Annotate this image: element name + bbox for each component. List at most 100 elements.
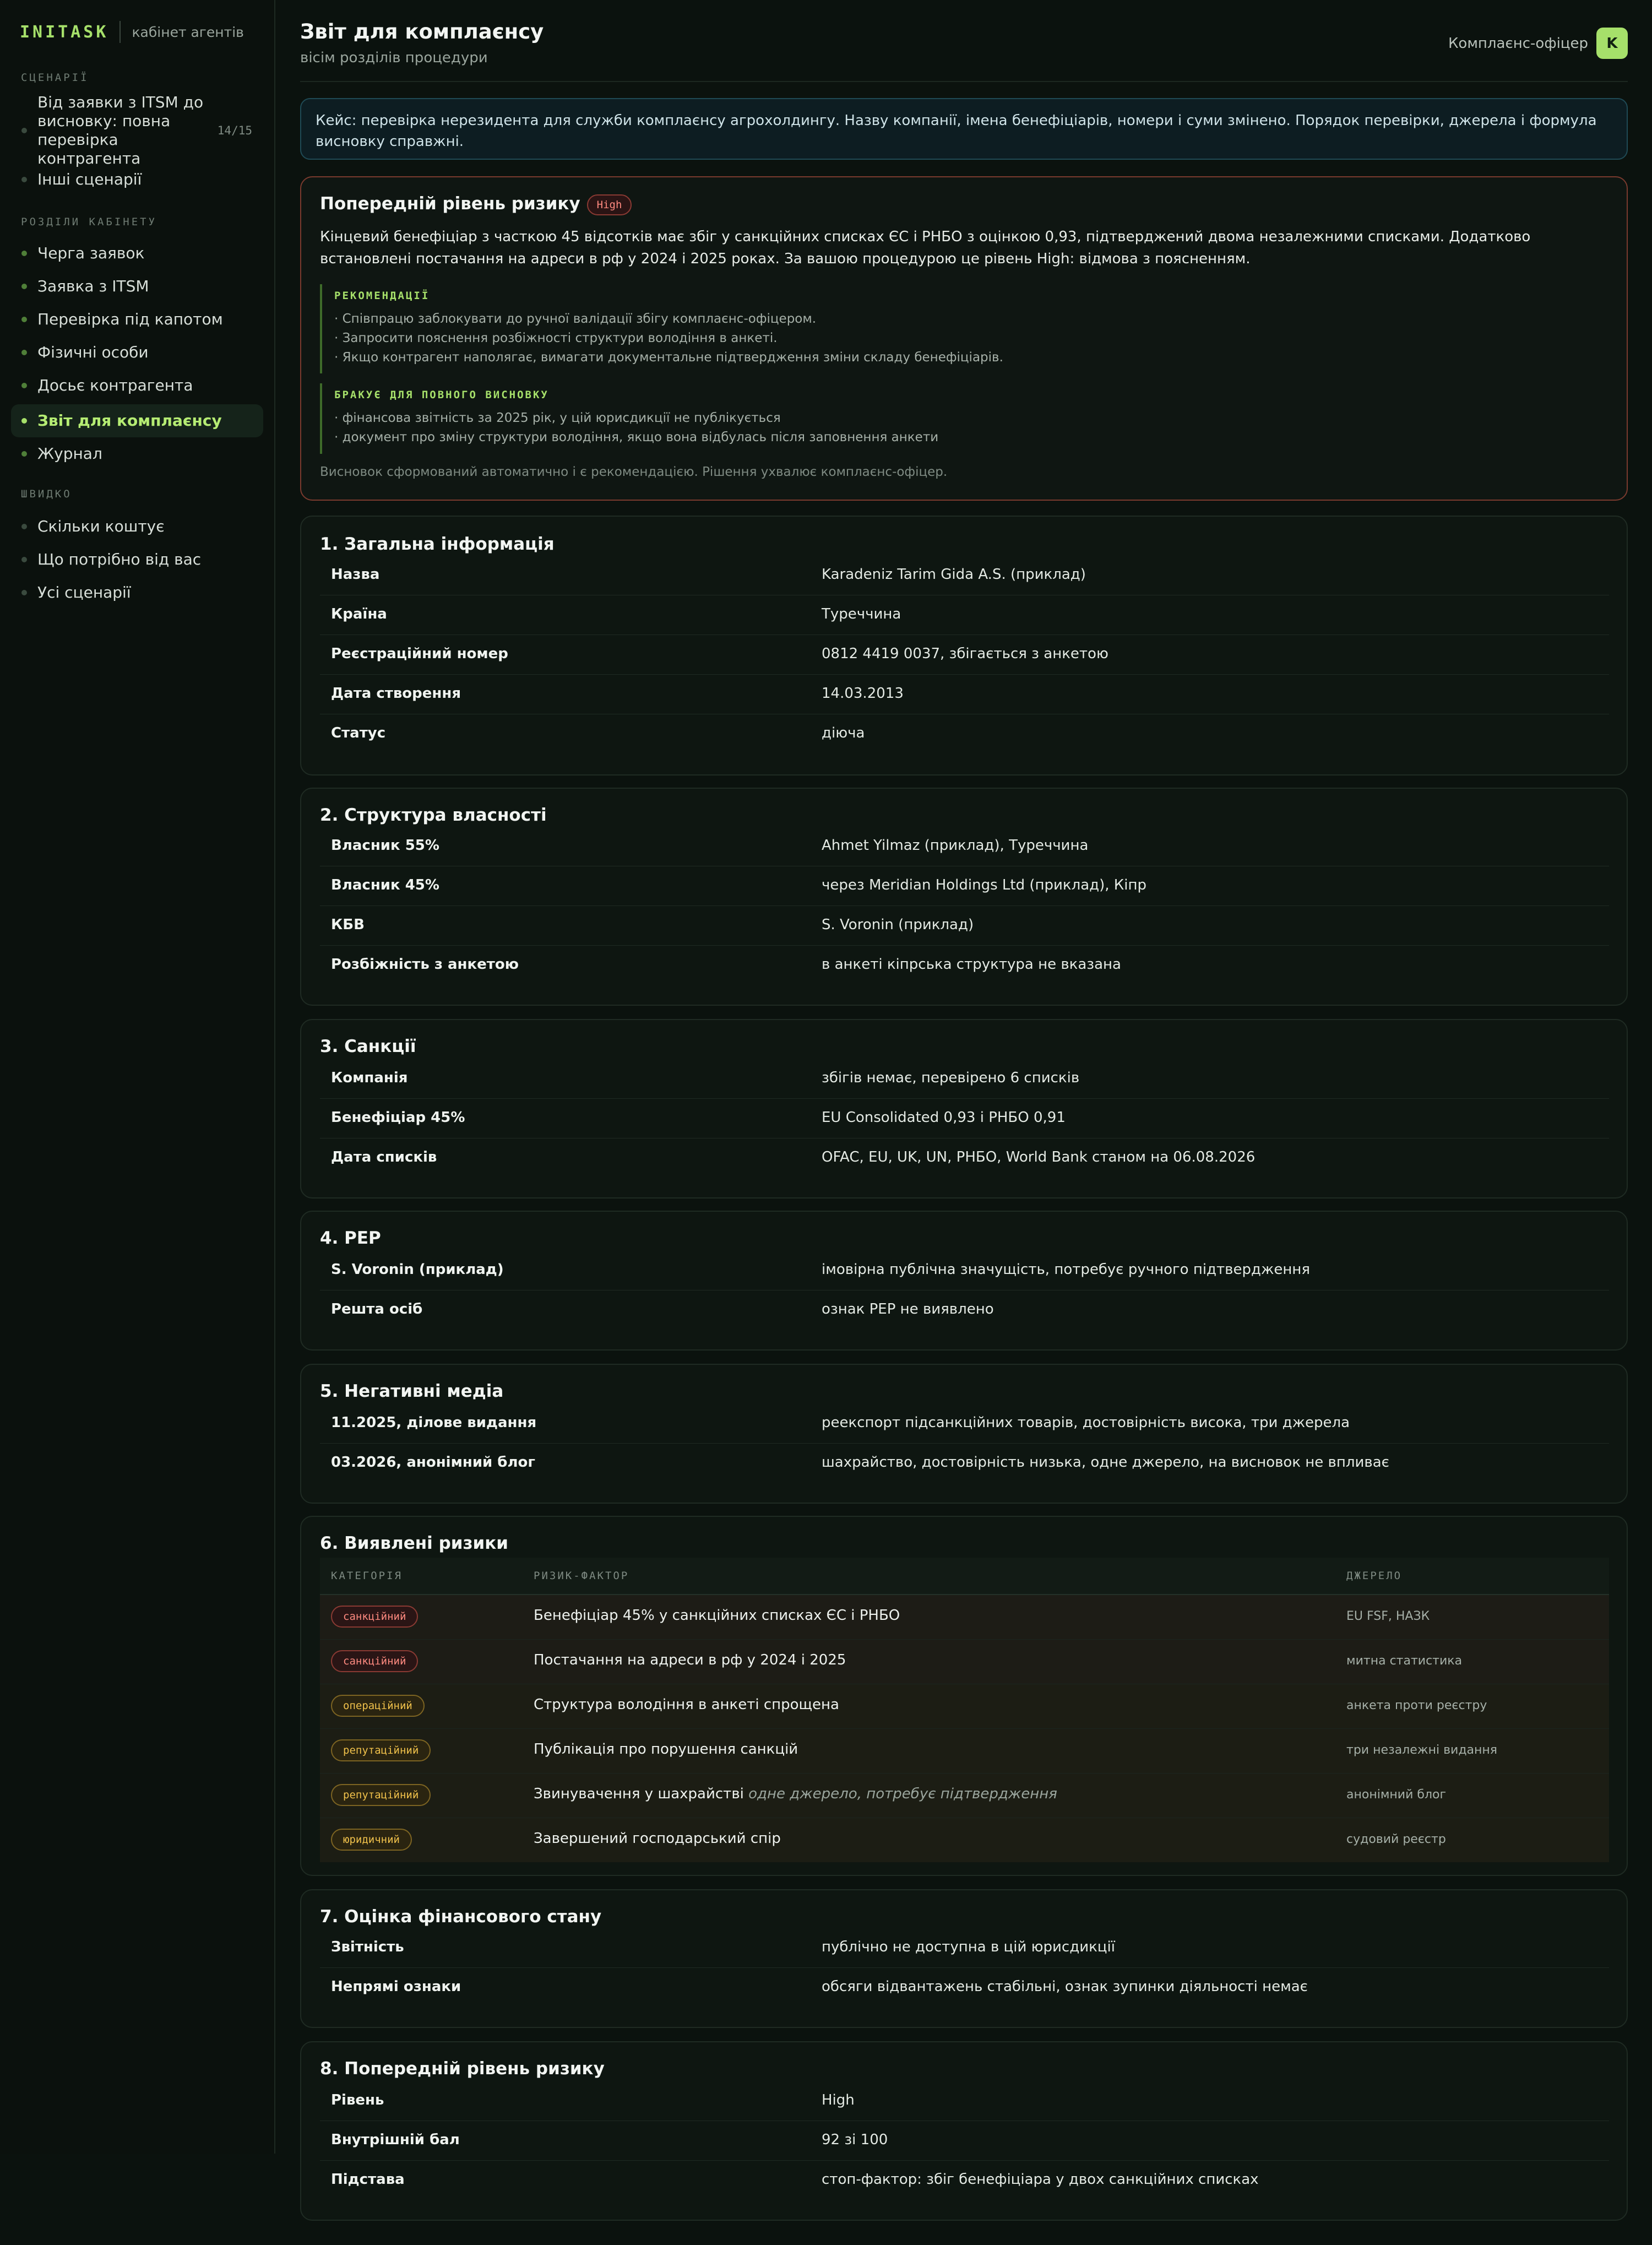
info-row: Звітність публічно не доступна в цій юрис…: [320, 1928, 1609, 1968]
bullet-icon: [21, 451, 27, 457]
risk-source: EU FSF, НАЗК: [1346, 1609, 1430, 1623]
sidebar-item-dossier[interactable]: Досьє контрагента: [11, 375, 263, 397]
info-row: Непрямі ознаки обсяги відвантажень стабіл…: [320, 1967, 1609, 2007]
info-row: КБВ S. Voronin (приклад): [320, 905, 1609, 946]
row-value: 0812 4419 0037, збігається з анкетою: [822, 646, 1108, 662]
risk-source: анонімний блог: [1346, 1788, 1447, 1802]
bullet-icon: [21, 177, 27, 182]
user-role[interactable]: Комплаєнс-офіцер: [1448, 35, 1588, 52]
section-title: 6. Виявлені ризики: [320, 1533, 508, 1553]
table-row[interactable]: операційний Структура володіння в анкеті…: [320, 1684, 1609, 1729]
missing-info-item: · документ про зміну структури володіння…: [334, 430, 939, 444]
sidebar-item-compliance-report[interactable]: Звіт для комплаєнсу: [11, 404, 263, 437]
row-key: Власник 55%: [331, 837, 439, 854]
category-pill: операційний: [331, 1695, 425, 1717]
row-value: Туреччина: [822, 606, 901, 622]
section-general: 1. Загальна інформація Назва Karadeniz Ta…: [300, 516, 1628, 776]
row-value: EU Consolidated 0,93 і РНБО 0,91: [822, 1109, 1066, 1126]
bullet-icon: [21, 418, 27, 424]
row-key: 03.2026, анонімний блог: [331, 1454, 535, 1471]
sidebar-item-requirements[interactable]: Що потрібно від вас: [11, 549, 263, 571]
row-value: High: [822, 2092, 855, 2108]
sidebar-item-label: Інші сценарії: [37, 170, 142, 188]
section-label-cabinet: РОЗДІЛИ КАБІНЕТУ: [21, 216, 157, 228]
section-title: 5. Негативні медіа: [320, 1381, 504, 1401]
info-row: Статус діюча: [320, 714, 1609, 753]
bullet-icon: [21, 317, 27, 322]
row-key: Рівень: [331, 2092, 384, 2108]
row-key: Статус: [331, 725, 386, 741]
bullet-icon: [21, 251, 27, 256]
info-row: Власник 45% через Meridian Holdings Ltd (…: [320, 866, 1609, 906]
bullet-icon: [21, 284, 27, 289]
risk-summary-footer: Висновок сформований автоматично і є рек…: [320, 465, 948, 479]
section-title: 2. Структура власності: [320, 805, 547, 825]
row-key: Країна: [331, 606, 387, 622]
sidebar-item-queue[interactable]: Черга заявок: [11, 242, 263, 264]
table-row[interactable]: юридичний Завершений господарський спір …: [320, 1818, 1609, 1862]
column-header[interactable]: РИЗИК-ФАКТОР: [534, 1570, 629, 1582]
info-row: Реєстраційний номер 0812 4419 0037, збіга…: [320, 635, 1609, 675]
brand[interactable]: INITASK кабінет агентів: [20, 20, 244, 44]
row-value: в анкеті кіпрська структура не вказана: [822, 956, 1121, 973]
risk-source: анкета проти реєстру: [1346, 1699, 1487, 1712]
row-value: ознак PEP не виявлено: [822, 1301, 994, 1317]
risk-summary-text: Кінцевий бенефіціар з часткою 45 відсотк…: [320, 229, 1531, 267]
category-pill: санкційний: [331, 1650, 419, 1672]
row-key: Звітність: [331, 1939, 404, 1955]
recommendations-block: РЕКОМЕНДАЦІЇ · Співпрацю заблокувати до …: [320, 284, 1586, 373]
risk-factor: Структура володіння в анкеті спрощена: [534, 1696, 839, 1713]
risk-summary-title: Попередній рівень ризику: [320, 194, 580, 214]
section-pep: 4. PEP S. Voronin (приклад) імовірна публ…: [300, 1211, 1628, 1351]
risk-summary-heading: Попередній рівень ризику High: [320, 194, 632, 215]
sidebar-item-itsm-request[interactable]: Заявка з ITSM: [11, 275, 263, 297]
row-value: OFAC, EU, UK, UN, РНБО, World Bank стано…: [822, 1149, 1256, 1165]
table-row[interactable]: санкційний Постачання на адреси в рф у 2…: [320, 1640, 1609, 1684]
info-row: 03.2026, анонімний блог шахрайство, досто…: [320, 1443, 1609, 1483]
column-header[interactable]: КАТЕГОРІЯ: [331, 1570, 403, 1582]
column-header[interactable]: ДЖЕРЕЛО: [1346, 1570, 1402, 1582]
info-row: Рівень High: [320, 2081, 1609, 2121]
table-row[interactable]: санкційний Бенефіціар 45% у санкційних с…: [320, 1595, 1609, 1640]
row-key: Внутрішній бал: [331, 2132, 460, 2148]
avatar[interactable]: K: [1596, 28, 1628, 59]
info-row: Назва Karadeniz Tarim Gida A.S. (приклад): [320, 555, 1609, 595]
risk-summary-card: Попередній рівень ризику High Кінцевий бе…: [300, 176, 1628, 501]
row-value: обсяги відвантажень стабільні, ознак зуп…: [822, 1978, 1308, 1995]
category-pill: санкційний: [331, 1606, 419, 1628]
risk-badge: High: [586, 194, 632, 215]
sidebar-item-other-scenarios[interactable]: Інші сценарії: [11, 169, 263, 191]
table-row[interactable]: репутаційний Публікація про порушення са…: [320, 1729, 1609, 1774]
row-key: Розбіжність з анкетою: [331, 956, 519, 973]
sidebar-item-journal[interactable]: Журнал: [11, 443, 263, 465]
bullet-icon: [21, 383, 27, 388]
row-key: S. Voronin (приклад): [331, 1261, 504, 1278]
section-title: 3. Санкції: [320, 1037, 416, 1056]
table-row[interactable]: репутаційний Звинувачення у шахрайстві о…: [320, 1774, 1609, 1818]
sidebar-item-label: Скільки коштує: [37, 517, 165, 535]
sidebar-item-label: Перевірка під капотом: [37, 310, 223, 328]
row-key: Назва: [331, 566, 380, 583]
brand-subtitle: кабінет агентів: [132, 24, 244, 40]
risk-factor: Публікація про порушення санкцій: [534, 1741, 798, 1758]
sidebar-item-all-scenarios[interactable]: Усі сценарії: [11, 582, 263, 604]
sidebar-item-pricing[interactable]: Скільки коштує: [11, 516, 263, 538]
info-row: Розбіжність з анкетою в анкеті кіпрська с…: [320, 945, 1609, 985]
sidebar-item-individuals[interactable]: Фізичні особи: [11, 341, 263, 364]
sidebar-item-under-the-hood[interactable]: Перевірка під капотом: [11, 308, 263, 330]
row-key: Дата списків: [331, 1149, 437, 1165]
bullet-icon: [21, 350, 27, 355]
sidebar-item-full-check[interactable]: Від заявки з ITSM до висновку: повна пер…: [11, 93, 263, 167]
category-pill: юридичний: [331, 1829, 412, 1851]
row-value: реекспорт підсанкційних товарів, достові…: [822, 1414, 1350, 1431]
sidebar-item-label: Заявка з ITSM: [37, 277, 149, 295]
risk-source: судовий реєстр: [1346, 1832, 1446, 1846]
section-label-scenarios: СЦЕНАРІЇ: [21, 72, 89, 84]
brand-logo: INITASK: [20, 22, 109, 42]
info-row: Дата списків OFAC, EU, UK, UN, РНБО, Worl…: [320, 1138, 1609, 1178]
sidebar-item-label: Звіт для комплаєнсу: [37, 411, 222, 430]
row-key: Власник 45%: [331, 877, 439, 893]
row-key: Дата створення: [331, 685, 461, 702]
bullet-icon: [21, 557, 27, 562]
info-row: Власник 55% Ahmet Yilmaz (приклад), Туреч…: [320, 826, 1609, 866]
